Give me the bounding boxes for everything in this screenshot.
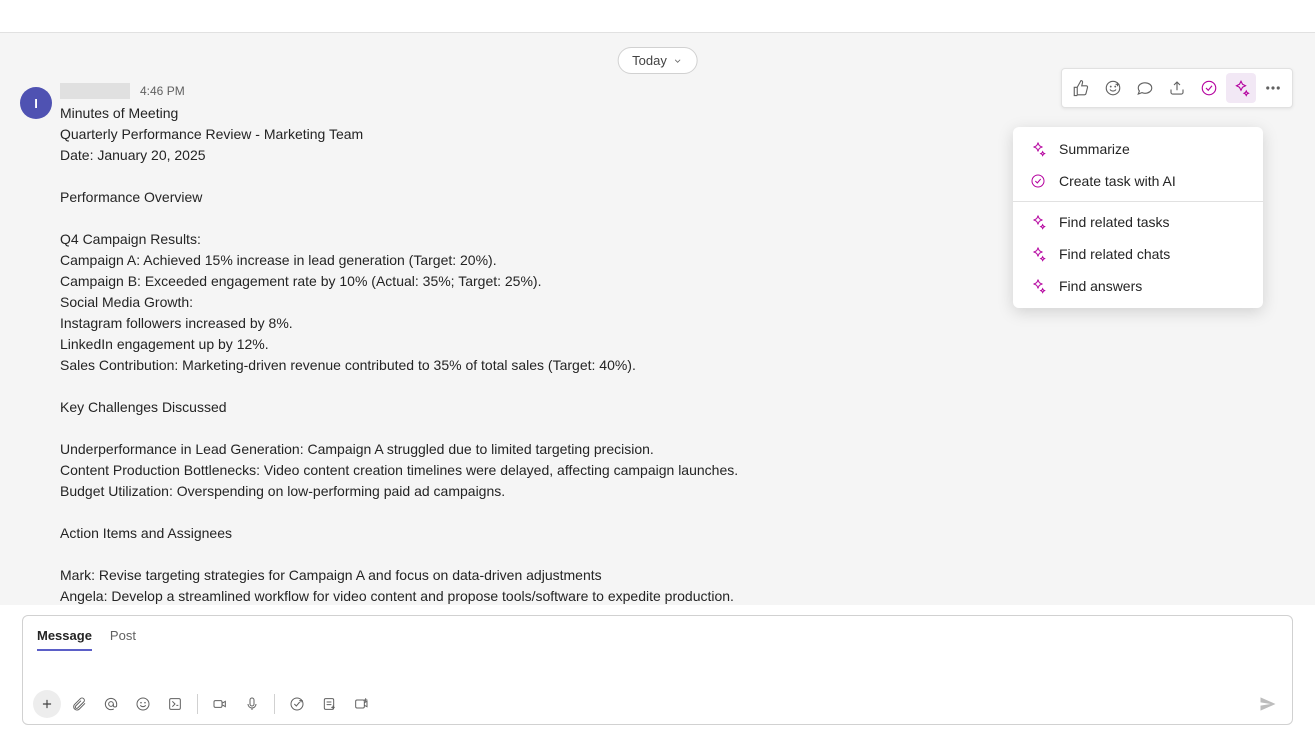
blank-line: [60, 376, 1295, 397]
compose-tab-post[interactable]: Post: [110, 622, 136, 651]
giphy-button[interactable]: [161, 690, 189, 718]
emoji-compose-button[interactable]: [129, 690, 157, 718]
menu-label: Find related tasks: [1059, 214, 1170, 230]
message-line: Underperformance in Lead Generation: Cam…: [60, 439, 1295, 460]
menu-summarize[interactable]: Summarize: [1013, 133, 1263, 165]
toolbar-separator: [274, 694, 275, 714]
compose-tabs: Message Post: [23, 616, 1292, 651]
sparkle-icon: [1029, 246, 1047, 262]
sparkle-icon: [1029, 278, 1047, 294]
compose-toolbar: [23, 684, 1292, 724]
avatar: I: [20, 87, 52, 119]
toolbar-separator: [197, 694, 198, 714]
menu-find-answers[interactable]: Find answers: [1013, 270, 1263, 302]
sparkle-icon: [1029, 141, 1047, 157]
snippet-button[interactable]: [315, 690, 343, 718]
menu-label: Find related chats: [1059, 246, 1170, 262]
message-line: Content Production Bottlenecks: Video co…: [60, 460, 1295, 481]
message-line: Instagram followers increased by 8%.: [60, 313, 1295, 334]
emoji-button[interactable]: [1098, 73, 1128, 103]
tab-label: Post: [110, 628, 136, 643]
menu-create-task[interactable]: Create task with AI: [1013, 165, 1263, 197]
message-line: Angela: Develop a streamlined workflow f…: [60, 586, 1295, 605]
ai-dropdown-menu: Summarize Create task with AI Find relat…: [1013, 127, 1263, 308]
more-options-button[interactable]: [1258, 73, 1288, 103]
create-task-button[interactable]: [1194, 73, 1224, 103]
message-line: Key Challenges Discussed: [60, 397, 1295, 418]
tab-label: Message: [37, 628, 92, 643]
blank-line: [60, 502, 1295, 523]
ai-actions-button[interactable]: [1226, 73, 1256, 103]
mention-button[interactable]: [97, 690, 125, 718]
chevron-down-icon: [673, 56, 683, 66]
date-pill[interactable]: Today: [617, 47, 698, 74]
send-button[interactable]: [1254, 690, 1282, 718]
menu-find-chats[interactable]: Find related chats: [1013, 238, 1263, 270]
message-hover-toolbar: [1061, 68, 1293, 108]
date-label: Today: [632, 53, 667, 68]
message-line: Sales Contribution: Marketing-driven rev…: [60, 355, 1295, 376]
top-bar: [0, 0, 1315, 33]
reply-button[interactable]: [1130, 73, 1160, 103]
audio-button[interactable]: [238, 690, 266, 718]
message-line: Budget Utilization: Overspending on low-…: [60, 481, 1295, 502]
compose-area: Message Post: [0, 605, 1315, 735]
message-line: LinkedIn engagement up by 12%.: [60, 334, 1295, 355]
share-button[interactable]: [1162, 73, 1192, 103]
message-line: Action Items and Assignees: [60, 523, 1295, 544]
menu-label: Summarize: [1059, 141, 1130, 157]
avatar-initial: I: [34, 96, 38, 111]
message-timestamp: 4:46 PM: [140, 84, 185, 98]
like-button[interactable]: [1066, 73, 1096, 103]
menu-label: Create task with AI: [1059, 173, 1176, 189]
blank-line: [60, 418, 1295, 439]
messages-area: Today: [0, 33, 1315, 605]
compose-input[interactable]: [23, 651, 1292, 684]
sender-name: [60, 83, 130, 99]
task-compose-button[interactable]: [283, 690, 311, 718]
video-button[interactable]: [206, 690, 234, 718]
loom-button[interactable]: [347, 690, 375, 718]
compose-box: Message Post: [22, 615, 1293, 725]
attach-button[interactable]: [65, 690, 93, 718]
menu-find-tasks[interactable]: Find related tasks: [1013, 206, 1263, 238]
compose-tab-message[interactable]: Message: [37, 622, 92, 651]
task-check-icon: [1029, 173, 1047, 189]
add-button[interactable]: [33, 690, 61, 718]
blank-line: [60, 544, 1295, 565]
menu-divider: [1013, 201, 1263, 202]
message-line: Mark: Revise targeting strategies for Ca…: [60, 565, 1295, 586]
menu-label: Find answers: [1059, 278, 1142, 294]
sparkle-icon: [1029, 214, 1047, 230]
